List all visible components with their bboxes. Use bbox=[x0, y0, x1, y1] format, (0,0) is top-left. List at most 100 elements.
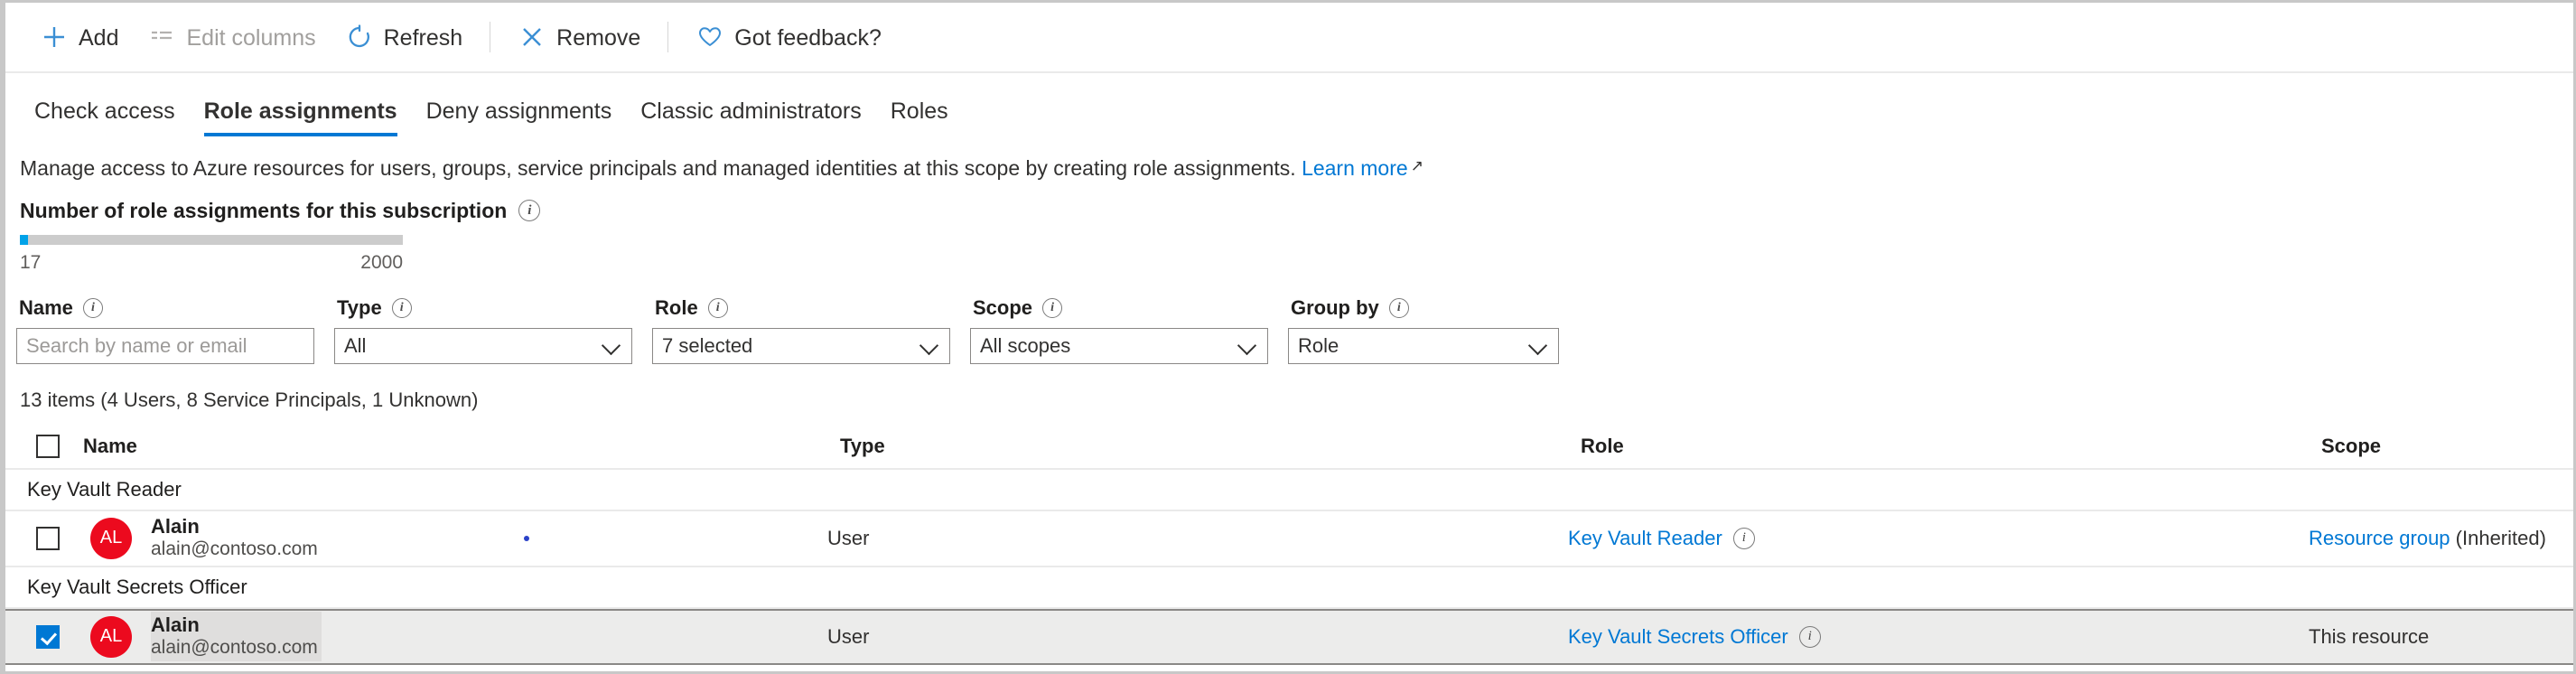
tab-check-access-label: Check access bbox=[34, 98, 175, 124]
command-bar: Add Edit columns Refresh Remove Got feed… bbox=[5, 3, 2573, 73]
grid-header-row: Name Type Role Scope bbox=[5, 425, 2573, 470]
group-header-row[interactable]: Key Vault Reader bbox=[5, 470, 2573, 511]
principal-email: alain@contoso.com bbox=[151, 538, 318, 560]
row-select-cell-2 bbox=[25, 624, 70, 649]
row-scope-cell: Resource group (Inherited) bbox=[2309, 527, 2573, 550]
refresh-button[interactable]: Refresh bbox=[331, 3, 478, 71]
tab-deny-assignments[interactable]: Deny assignments bbox=[412, 98, 627, 136]
role-link-2[interactable]: Key Vault Secrets Officer bbox=[1568, 625, 1788, 649]
row-checkbox[interactable] bbox=[36, 526, 60, 550]
filter-role-label-text: Role bbox=[655, 295, 698, 319]
external-link-icon: ↗ bbox=[1410, 157, 1423, 174]
select-all-cell bbox=[25, 434, 70, 458]
info-icon-group-by[interactable]: i bbox=[1388, 297, 1409, 318]
info-icon-row-role[interactable]: i bbox=[1732, 527, 1755, 549]
filter-role: Role i 7 selected bbox=[652, 296, 970, 364]
edit-columns-label: Edit columns bbox=[186, 24, 316, 51]
filter-scope-label-text: Scope bbox=[973, 295, 1033, 319]
header-role-label: Role bbox=[1581, 434, 1624, 457]
row-name-cell-2: AL Alain alain@contoso.com bbox=[70, 612, 825, 661]
scope-select[interactable]: All scopes bbox=[970, 327, 1268, 364]
columns-icon bbox=[147, 23, 176, 51]
table-row-selected[interactable]: AL Alain alain@contoso.com User Key Vaul… bbox=[5, 608, 2573, 665]
items-summary: 13 items (4 Users, 8 Service Principals,… bbox=[20, 388, 479, 411]
role-link[interactable]: Key Vault Reader bbox=[1568, 527, 1722, 550]
role-select[interactable]: 7 selected bbox=[652, 327, 950, 364]
learn-more-link[interactable]: Learn more bbox=[1302, 156, 1408, 180]
scope-text-2: This resource bbox=[2309, 624, 2430, 648]
edit-columns-button[interactable]: Edit columns bbox=[133, 3, 330, 71]
row-role-cell: Key Vault Reader i bbox=[1568, 527, 2309, 550]
type-select-value: All bbox=[344, 333, 367, 357]
info-icon-name[interactable]: i bbox=[82, 297, 103, 318]
chevron-down-icon-role bbox=[920, 336, 940, 356]
filter-scope-label: Scope i bbox=[973, 296, 1288, 320]
row-checkbox-checked[interactable] bbox=[36, 624, 60, 649]
status-dot bbox=[523, 535, 529, 541]
row-scope-cell-2: This resource bbox=[2309, 625, 2573, 649]
tab-role-assignments-label: Role assignments bbox=[203, 98, 397, 124]
info-icon-role[interactable]: i bbox=[707, 297, 728, 318]
principal-email-2: alain@contoso.com bbox=[151, 637, 318, 659]
x-icon bbox=[518, 23, 546, 51]
header-role[interactable]: Role bbox=[1581, 435, 2321, 458]
info-icon-row-role-2[interactable]: i bbox=[1798, 625, 1821, 648]
toolbar-divider-2 bbox=[667, 22, 669, 52]
tab-roles[interactable]: Roles bbox=[876, 98, 963, 136]
header-type-label: Type bbox=[840, 434, 885, 457]
filter-scope: Scope i All scopes bbox=[970, 296, 1288, 364]
principal-name: Alain bbox=[151, 515, 200, 538]
tab-classic-administrators[interactable]: Classic administrators bbox=[626, 98, 876, 136]
tab-deny-assignments-label: Deny assignments bbox=[425, 98, 612, 124]
row-name-cell: AL Alain alain@contoso.com bbox=[70, 515, 825, 561]
meter-fill bbox=[20, 234, 29, 245]
filter-type-label: Type i bbox=[337, 296, 652, 320]
azure-access-control-panel: Add Edit columns Refresh Remove Got feed… bbox=[0, 0, 2576, 674]
tab-role-assignments[interactable]: Role assignments bbox=[190, 98, 412, 136]
info-icon-scope[interactable]: i bbox=[1042, 297, 1063, 318]
remove-button[interactable]: Remove bbox=[503, 3, 655, 71]
filter-group-by-label-text: Group by bbox=[1291, 295, 1379, 319]
add-button[interactable]: Add bbox=[25, 3, 133, 71]
select-all-checkbox[interactable] bbox=[36, 434, 60, 458]
tab-check-access[interactable]: Check access bbox=[20, 98, 190, 136]
avatar-2: AL bbox=[90, 615, 132, 658]
header-scope[interactable]: Scope bbox=[2321, 435, 2573, 458]
role-assignment-counter-header: Number of role assignments for this subs… bbox=[20, 199, 2573, 223]
remove-label: Remove bbox=[556, 24, 641, 51]
header-name[interactable]: Name bbox=[70, 435, 837, 458]
meter-max-value: 2000 bbox=[360, 251, 403, 273]
search-input[interactable]: Search by name or email bbox=[16, 327, 314, 364]
role-assignments-grid: Name Type Role Scope Key Vault Reader AL bbox=[5, 425, 2573, 665]
type-select[interactable]: All bbox=[334, 327, 632, 364]
header-name-label: Name bbox=[83, 434, 137, 457]
chevron-down-icon-scope bbox=[1238, 336, 1258, 356]
group-header-label: Key Vault Reader bbox=[27, 477, 182, 501]
add-label: Add bbox=[79, 24, 119, 51]
group-header-row-2[interactable]: Key Vault Secrets Officer bbox=[5, 567, 2573, 609]
group-header-label-2: Key Vault Secrets Officer bbox=[27, 575, 247, 598]
info-icon-type[interactable]: i bbox=[391, 297, 412, 318]
plus-icon bbox=[40, 23, 69, 51]
meter-track bbox=[20, 234, 403, 245]
scope-select-value: All scopes bbox=[980, 333, 1071, 357]
table-row[interactable]: AL Alain alain@contoso.com User Key Vaul… bbox=[5, 511, 2573, 567]
got-feedback-label: Got feedback? bbox=[734, 24, 882, 51]
got-feedback-button[interactable]: Got feedback? bbox=[681, 3, 896, 71]
tab-strip: Check access Role assignments Deny assig… bbox=[5, 86, 2573, 136]
row-type-cell-2: User bbox=[827, 624, 870, 648]
scope-suffix: (Inherited) bbox=[2450, 526, 2546, 549]
chevron-down-icon-type bbox=[602, 336, 622, 356]
filter-role-label: Role i bbox=[655, 296, 970, 320]
info-icon-counter[interactable]: i bbox=[518, 200, 541, 222]
avatar-initials-2: AL bbox=[99, 626, 123, 647]
meter-labels: 17 2000 bbox=[20, 252, 403, 274]
heart-icon bbox=[695, 23, 724, 51]
tab-roles-label: Roles bbox=[890, 98, 948, 124]
group-by-select[interactable]: Role bbox=[1288, 327, 1559, 364]
scope-link[interactable]: Resource group bbox=[2309, 527, 2450, 549]
header-type[interactable]: Type bbox=[837, 435, 1581, 458]
row-select-cell bbox=[25, 526, 70, 550]
tab-classic-administrators-label: Classic administrators bbox=[640, 98, 862, 124]
role-select-value: 7 selected bbox=[662, 333, 753, 357]
